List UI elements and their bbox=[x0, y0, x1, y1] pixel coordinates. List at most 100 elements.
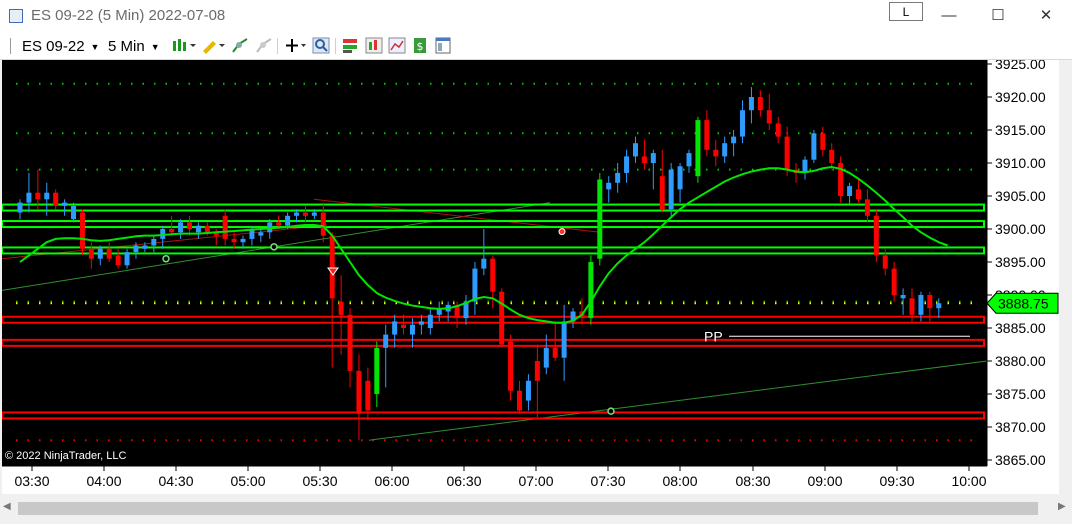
candle-body bbox=[855, 189, 861, 200]
x-tick-label: 05:00 bbox=[230, 473, 265, 489]
candle-body bbox=[517, 390, 523, 411]
candle-body bbox=[606, 182, 612, 190]
candle-body bbox=[632, 143, 638, 157]
dollar-icon[interactable]: $ bbox=[411, 37, 429, 54]
x-tick-label: 08:30 bbox=[735, 473, 770, 489]
candle-body bbox=[285, 215, 291, 226]
toolbar-grip bbox=[10, 38, 11, 54]
x-tick-label: 10:00 bbox=[951, 473, 986, 489]
toolbar-separator bbox=[277, 38, 278, 54]
scroll-left-arrow-icon[interactable]: ◀ bbox=[3, 501, 11, 512]
x-tick-label: 07:30 bbox=[590, 473, 625, 489]
candle-body bbox=[17, 202, 23, 213]
swing-marker bbox=[162, 254, 170, 263]
instrument-selector[interactable]: ES 09-22 ▼ bbox=[22, 38, 99, 55]
chart-panel[interactable]: PP © 2022 NinjaTrader, LLC 3925.00 3920.00 3… bbox=[1, 56, 1059, 494]
candle-body bbox=[650, 153, 656, 163]
candle-body bbox=[401, 324, 407, 328]
candle-body bbox=[240, 238, 246, 243]
candle-body bbox=[597, 179, 603, 259]
candle-body bbox=[864, 199, 870, 216]
candle-body bbox=[722, 143, 728, 157]
maximize-button[interactable]: ☐ bbox=[983, 4, 1013, 28]
candle-body bbox=[294, 212, 300, 216]
candle-body bbox=[329, 235, 335, 299]
candle-body bbox=[35, 192, 41, 200]
candle-body bbox=[775, 123, 781, 137]
bar-style-icon[interactable] bbox=[365, 37, 383, 54]
swing-marker bbox=[270, 243, 278, 251]
candle-body bbox=[873, 215, 879, 256]
candle-body bbox=[115, 255, 121, 266]
candle-body bbox=[490, 258, 496, 292]
candle-body bbox=[142, 245, 148, 249]
candle-body bbox=[71, 205, 77, 220]
y-tick-label: 3880.00 bbox=[995, 353, 1046, 369]
interval-selector[interactable]: 5 Min ▼ bbox=[108, 38, 160, 55]
candle-body bbox=[97, 248, 103, 259]
swing-marker bbox=[558, 228, 566, 236]
x-tick-label: 09:30 bbox=[879, 473, 914, 489]
candle-body bbox=[704, 120, 710, 150]
x-tick-label: 06:00 bbox=[374, 473, 409, 489]
close-button[interactable]: ✕ bbox=[1031, 4, 1061, 28]
horizontal-scrollbar[interactable]: ◀ ▶ bbox=[0, 494, 1072, 524]
candle-body bbox=[427, 314, 433, 328]
crosshair-icon[interactable] bbox=[284, 37, 308, 54]
candle-body bbox=[686, 153, 692, 167]
candle-body bbox=[320, 212, 326, 236]
candle-body bbox=[409, 324, 415, 335]
candle-body bbox=[231, 238, 237, 243]
chevron-down-icon: ▼ bbox=[90, 42, 100, 53]
bar-type-icon[interactable] bbox=[171, 37, 197, 54]
x-tick-label: 06:30 bbox=[446, 473, 481, 489]
zoom-icon[interactable] bbox=[312, 37, 330, 54]
toolbar-separator bbox=[335, 38, 336, 54]
pp-label: PP bbox=[704, 328, 723, 344]
candle-body bbox=[106, 248, 112, 259]
x-tick-label: 04:00 bbox=[86, 473, 121, 489]
candle-body bbox=[258, 232, 264, 236]
minimize-button[interactable]: — bbox=[934, 4, 964, 28]
candle-body bbox=[392, 321, 398, 335]
x-tick-label: 08:00 bbox=[662, 473, 697, 489]
scroll-thumb[interactable] bbox=[18, 502, 1038, 515]
indicator-icon[interactable] bbox=[231, 37, 249, 54]
y-tick-label: 3865.00 bbox=[995, 452, 1046, 468]
vertical-scrollbar[interactable] bbox=[1059, 60, 1072, 494]
price-chart[interactable]: PP © 2022 NinjaTrader, LLC 3925.00 3920.00 3… bbox=[1, 56, 1059, 494]
drawing-pencil-icon[interactable] bbox=[200, 37, 226, 54]
candle-body bbox=[62, 202, 68, 206]
candle-body bbox=[365, 380, 371, 411]
y-tick-label: 3915.00 bbox=[995, 122, 1046, 138]
x-tick-label: 05:30 bbox=[302, 473, 337, 489]
candle-body bbox=[178, 222, 184, 233]
strategy-icon[interactable] bbox=[255, 37, 273, 54]
candle-body bbox=[543, 347, 549, 368]
chart-trader-icon[interactable] bbox=[341, 37, 359, 54]
x-tick-label: 09:00 bbox=[807, 473, 842, 489]
candle-body bbox=[26, 192, 32, 203]
x-tick-label: 03:30 bbox=[14, 473, 49, 489]
interval-label: 5 Min bbox=[108, 38, 145, 55]
candle-body bbox=[311, 212, 317, 216]
data-box-icon[interactable] bbox=[388, 37, 406, 54]
candle-body bbox=[133, 245, 139, 253]
candle-body bbox=[481, 258, 487, 269]
instrument-label: ES 09-22 bbox=[22, 38, 85, 55]
candle-body bbox=[347, 314, 353, 371]
candle-body bbox=[927, 295, 933, 309]
candle-body bbox=[338, 301, 344, 315]
candle-body bbox=[151, 238, 157, 246]
candle-body bbox=[44, 192, 50, 200]
scroll-right-arrow-icon[interactable]: ▶ bbox=[1058, 501, 1066, 512]
candle-body bbox=[677, 166, 683, 190]
properties-icon[interactable] bbox=[434, 37, 452, 54]
link-button[interactable]: L bbox=[889, 2, 923, 21]
candle-body bbox=[204, 225, 210, 233]
candle-body bbox=[695, 120, 701, 177]
candle-body bbox=[552, 347, 558, 358]
candle-body bbox=[169, 229, 175, 233]
y-tick-label: 3900.00 bbox=[995, 221, 1046, 237]
candle-body bbox=[534, 361, 540, 381]
